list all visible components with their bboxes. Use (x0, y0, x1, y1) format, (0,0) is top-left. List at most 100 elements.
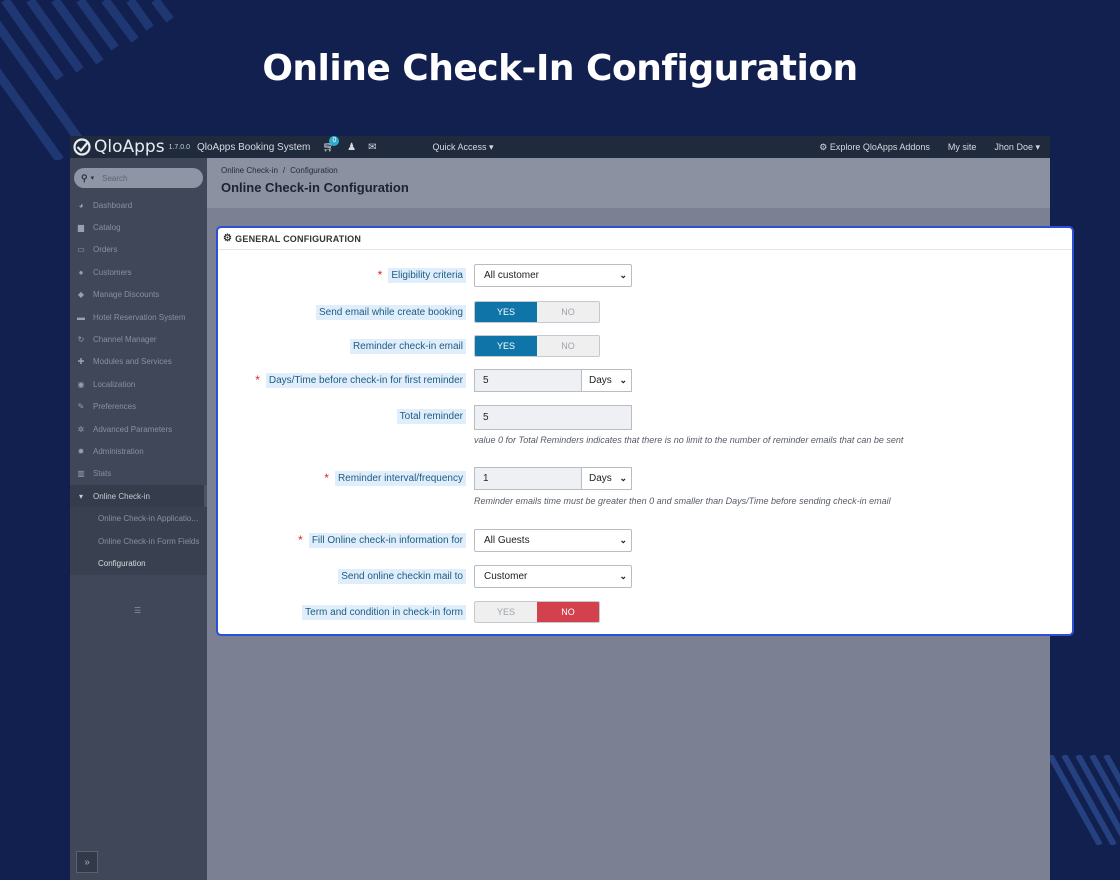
sidebar-item-orders[interactable]: ▭ Orders (70, 239, 207, 261)
submenu-item[interactable]: Online Check-in Form Fields (70, 529, 207, 553)
gear-icon: ✹ (77, 446, 85, 456)
sidebar-item-label: Manage Discounts (93, 290, 160, 300)
double-chevron-down-icon: » (84, 856, 90, 868)
chevron-down-icon: ⌄ (619, 571, 627, 581)
sidebar-item-customers[interactable]: ● Customers (70, 261, 207, 283)
sidebar: ⚲ ▾ Search ◕ Dashboard ▆ Catalog ▭ Orders ● Cus… (70, 158, 207, 880)
sidebar-item-label: Advanced Parameters (93, 424, 173, 434)
terms-yes-option[interactable]: YES (475, 602, 537, 622)
first-reminder-input[interactable]: 5 (474, 369, 581, 392)
eligibility-value: All customer (484, 270, 540, 281)
interval-input[interactable]: 1 (474, 467, 581, 490)
breadcrumb-online-checkin[interactable]: Online Check-in (221, 166, 278, 175)
envelope-icon[interactable]: ✉ (368, 142, 376, 153)
bar-chart-icon: ▥ (77, 469, 85, 479)
puzzle-icon: ⚙︎ (819, 141, 828, 152)
submenu-item[interactable]: Online Check-in Applicatio... (70, 507, 207, 530)
user-notification-icon[interactable]: ♟ (347, 142, 356, 153)
explore-addons-label: Explore QloApps Addons (829, 141, 930, 152)
eligibility-select[interactable]: All customer ⌄ (474, 264, 632, 287)
reminder-email-no-option[interactable]: NO (537, 336, 599, 356)
sidebar-item-label: Localization (93, 379, 136, 389)
send-email-no-option[interactable]: NO (537, 302, 599, 322)
quick-access-label: Quick Access (432, 141, 487, 152)
sidebar-item-preferences[interactable]: ✎ Preferences (70, 396, 207, 418)
sidebar-item-label: Catalog (93, 223, 121, 233)
first-reminder-label: Days/Time before check-in for first remi… (265, 372, 466, 388)
reminder-email-label: Reminder check-in email (349, 338, 466, 354)
sidebar-item-label: Preferences (93, 402, 137, 412)
collapse-sidebar-button[interactable]: » (76, 851, 98, 873)
user-name: Jhon Doe (994, 141, 1033, 152)
sidebar-item-hotel-reservation-system[interactable]: ▬ Hotel Reservation System (70, 306, 207, 328)
required-asterisk: * (255, 373, 260, 387)
explore-addons-link[interactable]: ⚙︎ Explore QloApps Addons (819, 142, 930, 153)
send-email-label: Send email while create booking (316, 304, 466, 320)
first-reminder-unit: Days (589, 375, 612, 386)
eligibility-label: Eligibility criteria (388, 267, 466, 283)
chevron-down-icon: ⌄ (619, 473, 627, 483)
sidebar-item-manage-discounts[interactable]: ◆ Manage Discounts (70, 284, 207, 306)
total-reminder-input[interactable]: 5 (474, 405, 632, 430)
send-email-yes-option[interactable]: YES (475, 302, 537, 322)
fill-info-value: All Guests (484, 535, 530, 546)
chevron-down-icon: ⌄ (619, 535, 627, 545)
logo[interactable]: QloApps 1.7.0.0 (72, 137, 190, 157)
my-site-link[interactable]: My site (948, 142, 977, 153)
general-configuration-panel: ⚙︎ GENERAL CONFIGURATION * Eligibility cr… (216, 226, 1074, 636)
users-icon: ● (78, 267, 84, 277)
sidebar-item-label: Modules and Services (93, 357, 172, 367)
user-menu[interactable]: Jhon Doe ▾ (994, 142, 1040, 153)
required-asterisk: * (324, 471, 329, 485)
sidebar-item-advanced-parameters[interactable]: ✲ Advanced Parameters (70, 418, 207, 440)
cart-count-badge: 0 (329, 136, 340, 146)
send-email-toggle: YES NO (474, 301, 600, 323)
search-input[interactable]: ⚲ ▾ Search (74, 168, 203, 188)
logo-text: QloApps (94, 137, 165, 157)
interval-unit: Days (589, 473, 612, 484)
panel-title: GENERAL CONFIGURATION (235, 233, 362, 244)
sidebar-item-label: Online Check-in (93, 491, 150, 501)
send-mail-to-label: Send online checkin mail to (338, 568, 466, 584)
required-asterisk: * (377, 268, 383, 282)
menu-collapse-icon[interactable]: ☰ (134, 606, 144, 615)
cart-button[interactable]: 🛒︎ 0 (322, 136, 340, 153)
first-reminder-unit-select[interactable]: Days ⌄ (581, 369, 632, 392)
breadcrumb: Online Check-in / Configuration (221, 166, 1036, 175)
sidebar-item-administration[interactable]: ✹ Administration (70, 440, 207, 462)
search-placeholder: Search (102, 173, 128, 183)
sidebar-item-modules-and-services[interactable]: ✚ Modules and Services (70, 351, 207, 373)
sidebar-item-localization[interactable]: ◉ Localization (70, 373, 207, 395)
fill-info-select[interactable]: All Guests ⌄ (474, 529, 632, 552)
total-reminder-help: value 0 for Total Reminders indicates th… (474, 435, 904, 445)
sidebar-item-stats[interactable]: ▥ Stats (70, 463, 207, 485)
cogs-icon: ✲ (77, 424, 85, 434)
search-icon: ⚲ (81, 172, 88, 183)
breadcrumb-configuration[interactable]: Configuration (290, 166, 338, 175)
reminder-email-yes-option[interactable]: YES (475, 336, 537, 356)
send-mail-to-value: Customer (484, 571, 528, 582)
fill-info-label: Fill Online check-in information for (308, 532, 466, 548)
interval-help: Reminder emails time must be greater the… (474, 496, 891, 506)
sidebar-item-dashboard[interactable]: ◕ Dashboard (70, 194, 207, 216)
sidebar-item-online-check-in[interactable]: ▾ Online Check-in (70, 485, 207, 508)
terms-no-option[interactable]: NO (537, 602, 599, 622)
sidebar-item-label: Dashboard (93, 200, 133, 210)
send-mail-to-select[interactable]: Customer ⌄ (474, 565, 632, 588)
book-icon: ▆ (77, 223, 85, 233)
sidebar-item-label: Customers (93, 267, 132, 277)
system-name-link[interactable]: QloApps Booking System (197, 142, 310, 153)
reminder-email-toggle: YES NO (474, 335, 600, 357)
interval-unit-select[interactable]: Days ⌄ (581, 467, 632, 490)
sidebar-item-channel-manager[interactable]: ↻ Channel Manager (70, 328, 207, 350)
quick-access-dropdown[interactable]: Quick Access ▾ (432, 142, 493, 153)
chevron-down-icon: ⌄ (619, 270, 627, 280)
submenu-item[interactable]: Configuration (70, 552, 207, 575)
sidebar-item-catalog[interactable]: ▆ Catalog (70, 216, 207, 238)
required-asterisk: * (298, 533, 303, 547)
wrench-icon: ✎ (77, 402, 85, 412)
breadcrumb-separator: / (282, 166, 286, 175)
puzzle-icon: ✚ (77, 357, 85, 367)
terms-label: Term and condition in check-in form (302, 604, 466, 620)
top-bar: QloApps 1.7.0.0 QloApps Booking System 🛒… (70, 136, 1050, 158)
